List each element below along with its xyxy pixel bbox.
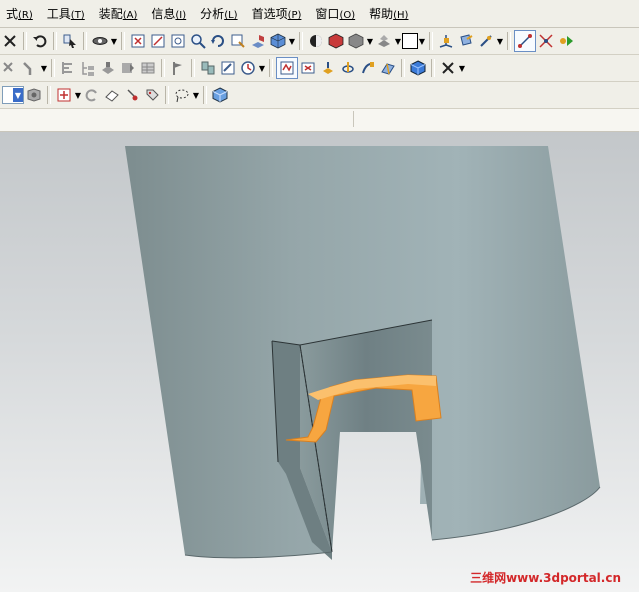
- toolbar-separator: [51, 59, 55, 77]
- zoom-icon[interactable]: [188, 31, 208, 51]
- sketch-icon[interactable]: [276, 57, 298, 79]
- select-filter-icon[interactable]: [24, 85, 44, 105]
- menu-analysis[interactable]: 分析(L): [194, 5, 245, 22]
- part-edit-icon[interactable]: [118, 58, 138, 78]
- chevron-down-icon[interactable]: ▼: [74, 91, 82, 100]
- zoom-fit-icon[interactable]: [168, 31, 188, 51]
- snap-intersection-icon[interactable]: [536, 31, 556, 51]
- chevron-down-icon[interactable]: ▼: [366, 37, 374, 46]
- chevron-down-icon[interactable]: ▼: [288, 37, 296, 46]
- toolbar-separator: [121, 32, 125, 50]
- select-pointer-icon[interactable]: [60, 31, 80, 51]
- wireframe-icon[interactable]: [346, 31, 366, 51]
- flag-icon[interactable]: [168, 58, 188, 78]
- chevron-down-icon[interactable]: ▼: [192, 91, 200, 100]
- view-toolbar: ▼ ▼ ▼ ▼ ▼ ▼: [0, 28, 639, 55]
- solid-block-icon[interactable]: [408, 58, 428, 78]
- undo-icon[interactable]: [30, 31, 50, 51]
- tag-icon[interactable]: [142, 85, 162, 105]
- graphics-viewport[interactable]: 三维网www.3dportal.cn: [0, 132, 639, 592]
- toolbar-separator: [23, 32, 27, 50]
- snap-point-icon[interactable]: [514, 30, 536, 52]
- toolbar-separator: [429, 32, 433, 50]
- chevron-down-icon[interactable]: ▼: [258, 64, 266, 73]
- part-icon[interactable]: [98, 58, 118, 78]
- chevron-down-icon[interactable]: ▼: [496, 37, 504, 46]
- fit-view-icon[interactable]: [128, 31, 148, 51]
- chevron-down-icon[interactable]: ▼: [110, 37, 118, 46]
- snap-grid-icon[interactable]: [54, 85, 74, 105]
- watermark-text: 三维网www.3dportal.cn: [470, 571, 621, 585]
- csys-icon[interactable]: [436, 31, 456, 51]
- toolbar-separator: [431, 59, 435, 77]
- chevron-down-icon[interactable]: ▼: [418, 37, 426, 46]
- datum-plane-icon[interactable]: [456, 31, 476, 51]
- menu-format[interactable]: 式(R): [0, 5, 41, 22]
- zoom-window-icon[interactable]: [148, 31, 168, 51]
- selection-toolbar: ▼ ▼ ▼: [0, 82, 639, 109]
- menu-preferences[interactable]: 首选项(P): [246, 5, 310, 22]
- constraint-icon[interactable]: [298, 58, 318, 78]
- cue-line: [0, 109, 639, 132]
- toolbar-separator: [165, 86, 169, 104]
- extrude-icon[interactable]: [318, 58, 338, 78]
- chevron-down-icon[interactable]: ▼: [458, 64, 466, 73]
- toolbar-separator: [507, 32, 511, 50]
- menu-help[interactable]: 帮助(H): [363, 5, 416, 22]
- bend-icon[interactable]: [20, 58, 40, 78]
- toolbar-separator: [53, 32, 57, 50]
- rotate-icon[interactable]: [208, 31, 228, 51]
- datum-axis-icon[interactable]: [476, 31, 496, 51]
- sweep-icon[interactable]: [358, 58, 378, 78]
- close-icon[interactable]: [0, 31, 20, 51]
- toolbar-separator: [161, 59, 165, 77]
- table-icon[interactable]: [138, 58, 158, 78]
- cube-icon[interactable]: [210, 85, 230, 105]
- toolbar-separator: [401, 59, 405, 77]
- eraser-icon[interactable]: [102, 85, 122, 105]
- pan-icon[interactable]: [228, 31, 248, 51]
- render-style-icon[interactable]: [306, 31, 326, 51]
- menu-tools[interactable]: 工具(T): [41, 5, 93, 22]
- model-canvas: [125, 146, 601, 560]
- clock-icon[interactable]: [238, 58, 258, 78]
- toolbar-separator: [47, 86, 51, 104]
- color-swatch[interactable]: [402, 33, 418, 49]
- view-orientation-icon[interactable]: [90, 31, 110, 51]
- revolve-icon[interactable]: [338, 58, 358, 78]
- layer-icon[interactable]: [58, 58, 78, 78]
- section-view-icon[interactable]: [326, 31, 346, 51]
- perspective-icon[interactable]: [248, 31, 268, 51]
- toolbar-separator: [83, 32, 87, 50]
- chevron-down-icon[interactable]: ▼: [394, 37, 402, 46]
- redo-icon[interactable]: [82, 85, 102, 105]
- edit-section-icon[interactable]: [218, 58, 238, 78]
- shaded-view-icon[interactable]: [268, 31, 288, 51]
- status-divider: [353, 111, 354, 127]
- delete-icon[interactable]: [438, 58, 458, 78]
- chevron-down-icon: ▼: [13, 88, 23, 102]
- toolbar-separator: [191, 59, 195, 77]
- feature-toolbar: ▼ ▼ ▼: [0, 55, 639, 82]
- toolbar-separator: [299, 32, 303, 50]
- filter-select[interactable]: ▼: [2, 86, 24, 104]
- trim-icon[interactable]: [0, 58, 20, 78]
- chevron-down-icon[interactable]: ▼: [40, 64, 48, 73]
- play-icon[interactable]: [556, 31, 576, 51]
- menu-assembly[interactable]: 装配(A): [93, 5, 146, 22]
- menu-bar: 式(R) 工具(T) 装配(A) 信息(I) 分析(L) 首选项(P) 窗口(O…: [0, 0, 639, 28]
- lasso-icon[interactable]: [172, 85, 192, 105]
- face-color-icon[interactable]: [374, 31, 394, 51]
- blend-icon[interactable]: [378, 58, 398, 78]
- point-snap-icon[interactable]: [122, 85, 142, 105]
- menu-info[interactable]: 信息(I): [145, 5, 194, 22]
- menu-window[interactable]: 窗口(O): [309, 5, 363, 22]
- toolbar-separator: [269, 59, 273, 77]
- hierarchy-icon[interactable]: [78, 58, 98, 78]
- toolbar-separator: [203, 86, 207, 104]
- assembly-icon[interactable]: [198, 58, 218, 78]
